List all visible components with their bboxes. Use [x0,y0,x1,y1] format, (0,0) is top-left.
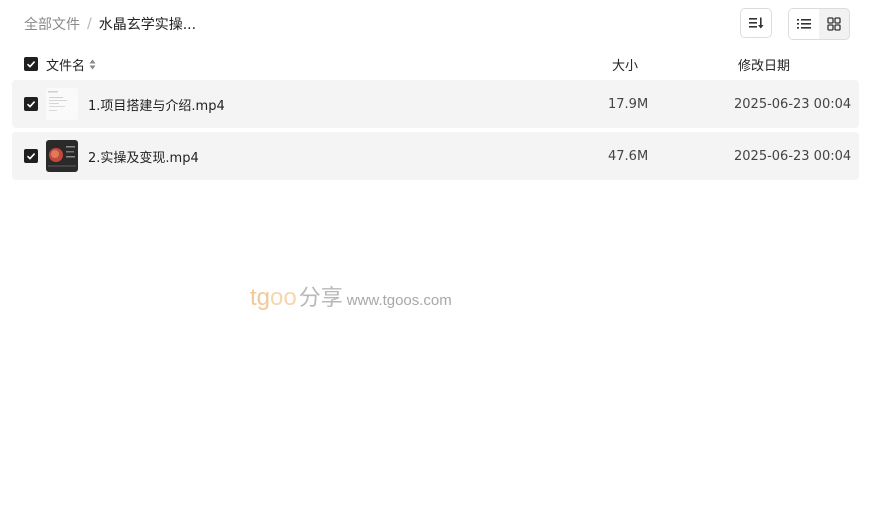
table-header: 文件名 大小 修改日期 [12,52,859,76]
list-view-icon [797,19,811,29]
breadcrumb-root-link[interactable]: 全部文件 [24,14,80,34]
checkmark-icon [26,61,36,68]
table-row[interactable]: 2.实操及变现.mp4 47.6M 2025-06-23 00:04 [12,132,859,180]
video-thumbnail [46,140,78,172]
watermark-brand-cn: 分享 [298,285,343,310]
file-size: 47.6M [608,148,649,164]
sort-icon [749,17,764,29]
name-column-label: 文件名 [46,58,86,74]
file-date: 2025-06-23 00:04 [734,148,852,164]
view-toggle [788,8,850,40]
checkmark-icon [26,153,36,160]
date-column-header[interactable]: 修改日期 [738,55,790,74]
sort-button[interactable] [740,8,772,38]
watermark-brand-tg: tg [250,284,271,311]
grid-view-button[interactable] [819,9,849,39]
list-view-button[interactable] [789,9,819,39]
breadcrumb-current-folder: 水晶玄学实操... [98,17,197,33]
breadcrumb: 全部文件 / 水晶玄学实操... [24,14,196,34]
video-thumbnail [46,88,78,120]
sort-toggle-icon [89,59,96,70]
table-row[interactable]: 1.项目搭建与介绍.mp4 17.9M 2025-06-23 00:04 [12,80,859,128]
watermark-url: www.tgoos.com [346,292,452,309]
row-checkbox[interactable] [24,149,38,163]
file-name[interactable]: 2.实操及变现.mp4 [88,147,199,166]
select-all-checkbox[interactable] [24,57,38,71]
file-date: 2025-06-23 00:04 [734,96,852,112]
name-column-header[interactable]: 文件名 [46,55,96,74]
size-column-header[interactable]: 大小 [612,55,638,74]
file-size: 17.9M [608,96,649,112]
breadcrumb-separator: / [87,16,92,32]
watermark-logo: tg oo 分享 www.tgoos.com [250,280,452,312]
checkmark-icon [26,101,36,108]
row-checkbox[interactable] [24,97,38,111]
file-name[interactable]: 1.项目搭建与介绍.mp4 [88,95,225,114]
grid-view-icon [827,17,841,31]
watermark-brand-oo: oo [270,284,297,311]
